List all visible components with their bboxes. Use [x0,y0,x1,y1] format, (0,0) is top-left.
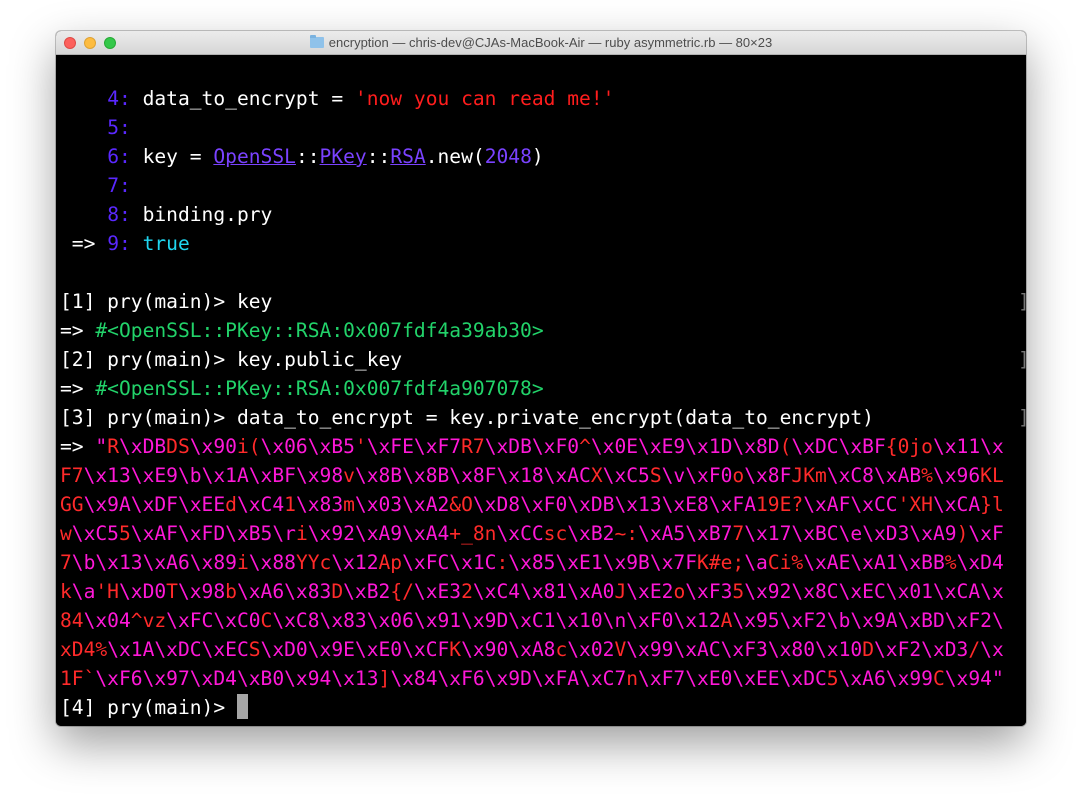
text-cursor[interactable] [236,694,248,719]
boolean-literal: true [142,232,190,255]
line-number: 8 [107,203,119,226]
line-number: 6 [107,145,119,168]
line-number: 5 [107,116,119,139]
output-line: k\a'H\xD0T\x98b\xA6\x83D\xB2{/\xE32\xC4\… [60,580,1004,603]
prompt: [1] pry(main)> [60,290,237,313]
result-line: => #<OpenSSL::PKey::RSA:0x007fdf4a39ab30… [60,319,544,342]
input-prompt-line[interactable]: [4] pry(main)> [60,693,1026,722]
output-line: w\xC55\xAF\xFD\xB5\ri\x92\xA9\xA4+_8n\xC… [60,522,1004,545]
code-line: 7: [107,174,131,197]
prompt: [4] pry(main)> [60,696,237,719]
terminal-content[interactable]: 4: data_to_encrypt = 'now you can read m… [56,55,1026,726]
result-value: #<OpenSSL::PKey::RSA:0x007fdf4a907078> [95,377,544,400]
code-line: 8: binding.pry [107,203,273,226]
output-line: => "R\xDBDS\x90i(\x06\xB5'\xFE\xF7R7\xDB… [60,435,1004,458]
integer-literal: 2048 [484,145,532,168]
line-number: 7 [107,174,119,197]
output-line: 7\b\x13\xA6\x89i\x88YYc\x12Ap\xFC\x1C:\x… [60,551,1004,574]
line-marker: ] [1018,287,1026,316]
prompt: [2] pry(main)> [60,348,237,371]
folder-icon [309,35,324,48]
window-title-text: encryption — chris-dev@CJAs-MacBook-Air … [328,35,773,50]
output-line: xD4%\x1A\xDC\xECS\xD0\x9E\xE0\xCFK\x90\x… [60,638,1004,661]
code-line: 4: data_to_encrypt = 'now you can read m… [107,87,615,110]
prompt: [3] pry(main)> [60,406,237,429]
command: data_to_encrypt = key.private_encrypt(da… [236,406,874,429]
result-value: #<OpenSSL::PKey::RSA:0x007fdf4a39ab30> [95,319,544,342]
output-line: 1F`\xF6\x97\xD4\xB0\x94\x13]\x84\xF6\x9D… [60,667,1004,690]
prompt-line: [3] pry(main)> data_to_encrypt = key.pri… [60,403,1026,432]
line-marker: ] [1018,345,1026,374]
result-line: => #<OpenSSL::PKey::RSA:0x007fdf4a907078… [60,377,544,400]
output-line: 84\x04^vz\xFC\xC0C\xC8\x83\x06\x91\x9D\x… [60,609,1004,632]
constant-pkey: PKey [319,145,367,168]
title-bar[interactable]: encryption — chris-dev@CJAs-MacBook-Air … [56,31,1026,55]
terminal-window: encryption — chris-dev@CJAs-MacBook-Air … [56,31,1026,726]
output-line: GG\x9A\xDF\xEEd\xC41\x83m\x03\xA2&O\xD8\… [60,493,1004,516]
prompt-line: [1] pry(main)> key] [60,287,1026,316]
command: key [236,290,273,313]
line-number: 4 [107,87,119,110]
line-number: 9 [107,232,119,255]
string-literal: 'now you can read me!' [354,87,615,110]
output-line: F7\x13\xE9\b\x1A\xBF\x98v\x8B\x8B\x8F\x1… [60,464,1004,487]
code-line: 6: key = OpenSSL::PKey::RSA.new(2048) [107,145,544,168]
constant-rsa: RSA [390,145,426,168]
code-line-current: => 9: true [71,232,190,255]
result-arrow: => [60,435,96,458]
code-line: 5: [107,116,131,139]
command: key.public_key [236,348,403,371]
encrypted-output: => "R\xDBDS\x90i(\x06\xB5'\xFE\xF7R7\xDB… [60,432,1026,693]
current-line-arrow: => [71,232,96,255]
line-marker: ] [1018,403,1026,432]
window-title: encryption — chris-dev@CJAs-MacBook-Air … [56,31,1026,55]
prompt-line: [2] pry(main)> key.public_key] [60,345,1026,374]
constant-openssl: OpenSSL [213,145,296,168]
